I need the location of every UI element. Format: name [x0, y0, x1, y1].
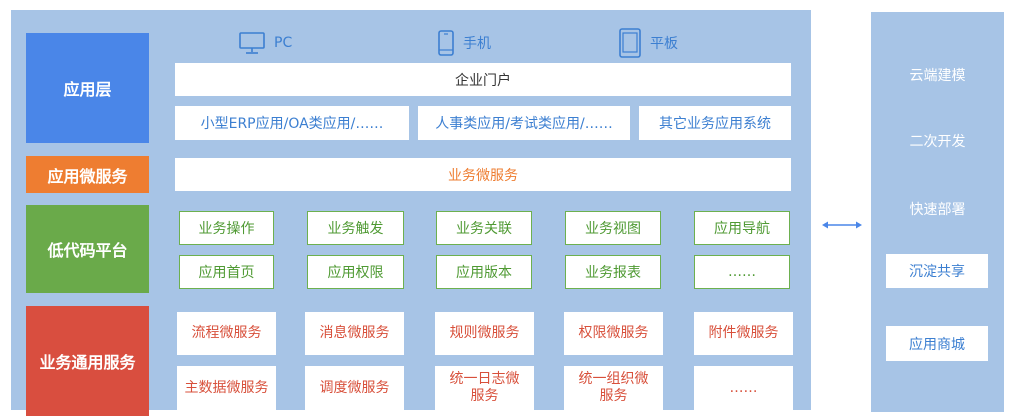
- monitor-icon: [239, 32, 265, 54]
- lowcode-item: 应用权限: [307, 255, 404, 289]
- common-service-item: 统一组织微服务: [564, 366, 663, 410]
- app-box-other: 其它业务应用系统: [639, 106, 791, 140]
- layer-label-app: 应用层: [26, 33, 149, 143]
- common-service-item: 调度微服务: [305, 366, 404, 410]
- app-box-erp: 小型ERP应用/OA类应用/……: [175, 106, 409, 140]
- device-pc: PC: [238, 29, 292, 57]
- common-service-item: 流程微服务: [177, 312, 276, 355]
- common-service-item: 规则微服务: [435, 312, 534, 355]
- common-service-item: 主数据微服务: [177, 366, 276, 410]
- tablet-icon: [619, 28, 641, 58]
- lowcode-item: 应用版本: [436, 255, 532, 289]
- device-phone-label: 手机: [463, 36, 491, 52]
- lowcode-item: 业务报表: [565, 255, 661, 289]
- capability-app-store-box: 应用商城: [886, 326, 988, 361]
- capability-cloud-modeling: 云端建模: [909, 68, 966, 84]
- micro-service-bar: 业务微服务: [175, 158, 791, 191]
- capability-share-box: 沉淀共享: [886, 254, 988, 288]
- lowcode-item: 业务视图: [565, 211, 661, 245]
- double-arrow-icon: [822, 221, 862, 229]
- common-service-item: 权限微服务: [564, 312, 663, 355]
- device-phone: 手机: [437, 29, 491, 57]
- device-tablet-label: 平板: [650, 36, 678, 52]
- lowcode-item: 业务触发: [307, 211, 404, 245]
- phone-icon: [438, 30, 454, 56]
- common-service-item: 统一日志微服务: [435, 366, 534, 410]
- capability-fast-deploy: 快速部署: [909, 202, 966, 218]
- common-service-item: 附件微服务: [694, 312, 793, 355]
- lowcode-item: ……: [694, 255, 790, 289]
- common-service-item: ……: [694, 366, 793, 410]
- device-pc-label: PC: [274, 35, 293, 51]
- layer-label-micro: 应用微服务: [26, 156, 149, 193]
- lowcode-item: 应用导航: [694, 211, 790, 245]
- common-service-item: 消息微服务: [305, 312, 404, 355]
- lowcode-item: 业务操作: [179, 211, 274, 245]
- layer-label-lowcode: 低代码平台: [26, 205, 149, 293]
- capability-secondary-dev: 二次开发: [909, 134, 966, 150]
- lowcode-item: 业务关联: [436, 211, 532, 245]
- portal-bar: 企业门户: [175, 63, 791, 96]
- device-tablet: 平板: [618, 27, 678, 59]
- lowcode-item: 应用首页: [179, 255, 274, 289]
- app-box-hr: 人事类应用/考试类应用/……: [418, 106, 630, 140]
